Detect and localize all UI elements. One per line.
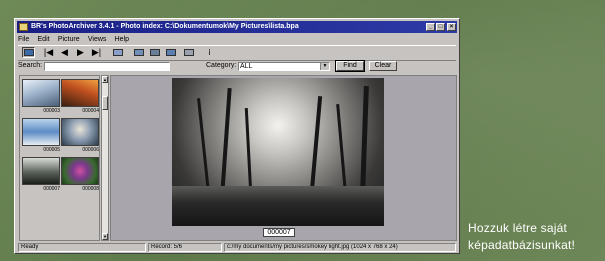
- scroll-up-icon[interactable]: ▲: [102, 76, 108, 83]
- status-state: Ready: [18, 243, 146, 252]
- clear-button[interactable]: Clear: [369, 61, 397, 71]
- caption-line-1: Hozzuk létre saját: [468, 221, 567, 235]
- print-button[interactable]: [182, 47, 195, 58]
- main-photo: [172, 78, 384, 226]
- thumbnail-000007[interactable]: 000007: [22, 157, 60, 193]
- new-button[interactable]: [132, 47, 145, 58]
- thumbnail-caption: 000007: [43, 186, 60, 192]
- edit-icon: [112, 49, 123, 56]
- slideshow-icon: [23, 49, 34, 56]
- search-row: Search: Category: ALL ▼ Find Clear: [18, 60, 456, 73]
- thumbnail-image: [22, 79, 60, 107]
- search-input[interactable]: [44, 62, 170, 71]
- thumbnail-000003[interactable]: 000003: [22, 79, 60, 115]
- thumbnail-caption: 000008: [82, 186, 99, 192]
- thumbnail-000005[interactable]: 000005: [22, 118, 60, 154]
- app-window: BR's PhotoArchiver 3.4.1 - Photo index: …: [14, 18, 460, 254]
- category-value: ALL: [240, 63, 253, 70]
- menu-file[interactable]: File: [18, 35, 29, 45]
- find-icon: [165, 49, 176, 56]
- thumbnail-image: [22, 118, 60, 146]
- thumbnail-000004[interactable]: 000004: [61, 79, 99, 115]
- lake-reflection: [172, 186, 384, 226]
- slideshow-button[interactable]: [22, 47, 35, 58]
- previous-icon: ◀: [61, 47, 68, 57]
- image-viewer: 000007: [110, 75, 457, 241]
- search-label: Search:: [18, 62, 43, 69]
- minimize-button[interactable]: _: [426, 23, 435, 31]
- app-icon: [19, 23, 28, 31]
- tree-shape: [220, 87, 232, 194]
- status-record: Record: 5/6: [148, 243, 222, 252]
- find-button[interactable]: Find: [335, 60, 365, 72]
- thumbnail-image: [61, 118, 99, 146]
- caption-line-2: képadatbázisunkat!: [468, 238, 576, 252]
- last-icon: ▶|: [91, 47, 102, 57]
- scroll-thumb[interactable]: [102, 96, 108, 110]
- status-path: c:/my documents/my pictures/smokey light…: [224, 243, 456, 252]
- scroll-down-icon[interactable]: ▼: [102, 233, 108, 240]
- thumbnail-scrollbar[interactable]: ▲ ▼: [101, 75, 109, 241]
- thumbnail-image: [61, 157, 99, 185]
- thumbnail-caption: 000005: [43, 147, 60, 153]
- find-button-toolbar[interactable]: [164, 47, 177, 58]
- thumbnail-image: [22, 157, 60, 185]
- chevron-down-icon[interactable]: ▼: [320, 63, 329, 70]
- maximize-button[interactable]: □: [436, 23, 445, 31]
- tree-shape: [197, 98, 210, 193]
- info-icon: ⅰ: [208, 48, 211, 57]
- info-button[interactable]: ⅰ: [203, 47, 216, 58]
- first-record-button[interactable]: |◀: [42, 47, 55, 58]
- thumbnail-caption: 000004: [82, 108, 99, 114]
- menu-bar: File Edit Picture Views Help: [18, 34, 135, 44]
- last-record-button[interactable]: ▶|: [90, 47, 103, 58]
- toolbar: |◀ ◀ ▶ ▶| ⅰ: [18, 45, 456, 61]
- thumbnail-panel: 000003 000004 000005 000006 000007 00000…: [19, 75, 100, 241]
- thumbnail-caption: 000006: [82, 147, 99, 153]
- save-icon: [149, 49, 160, 56]
- next-record-button[interactable]: ▶: [74, 47, 87, 58]
- new-icon: [133, 49, 144, 56]
- next-icon: ▶: [77, 47, 84, 57]
- edit-button[interactable]: [111, 47, 124, 58]
- previous-record-button[interactable]: ◀: [58, 47, 71, 58]
- tree-shape: [309, 96, 323, 192]
- magazine-caption: Hozzuk létre saját képadatbázisunkat!: [468, 220, 603, 254]
- thumbnail-image: [61, 79, 99, 107]
- tree-shape: [336, 104, 347, 192]
- title-bar[interactable]: BR's PhotoArchiver 3.4.1 - Photo index: …: [17, 21, 457, 33]
- save-button[interactable]: [148, 47, 161, 58]
- thumbnail-caption: 000003: [43, 108, 60, 114]
- print-icon: [183, 49, 194, 56]
- tree-shape: [244, 107, 253, 194]
- thumbnail-000006[interactable]: 000006: [61, 118, 99, 154]
- close-button[interactable]: ×: [447, 23, 456, 31]
- menu-edit[interactable]: Edit: [38, 35, 50, 45]
- status-bar: Ready Record: 5/6 c:/my documents/my pic…: [18, 243, 456, 253]
- category-label: Category:: [206, 62, 237, 69]
- window-title: BR's PhotoArchiver 3.4.1 - Photo index: …: [31, 23, 299, 30]
- category-select[interactable]: ALL ▼: [238, 62, 330, 71]
- menu-help[interactable]: Help: [115, 35, 129, 45]
- menu-picture[interactable]: Picture: [58, 35, 80, 45]
- first-icon: |◀: [43, 47, 54, 57]
- tree-shape: [360, 85, 369, 195]
- thumbnail-000008[interactable]: 000008: [61, 157, 99, 193]
- photo-caption: 000007: [263, 228, 295, 237]
- menu-views[interactable]: Views: [88, 35, 107, 45]
